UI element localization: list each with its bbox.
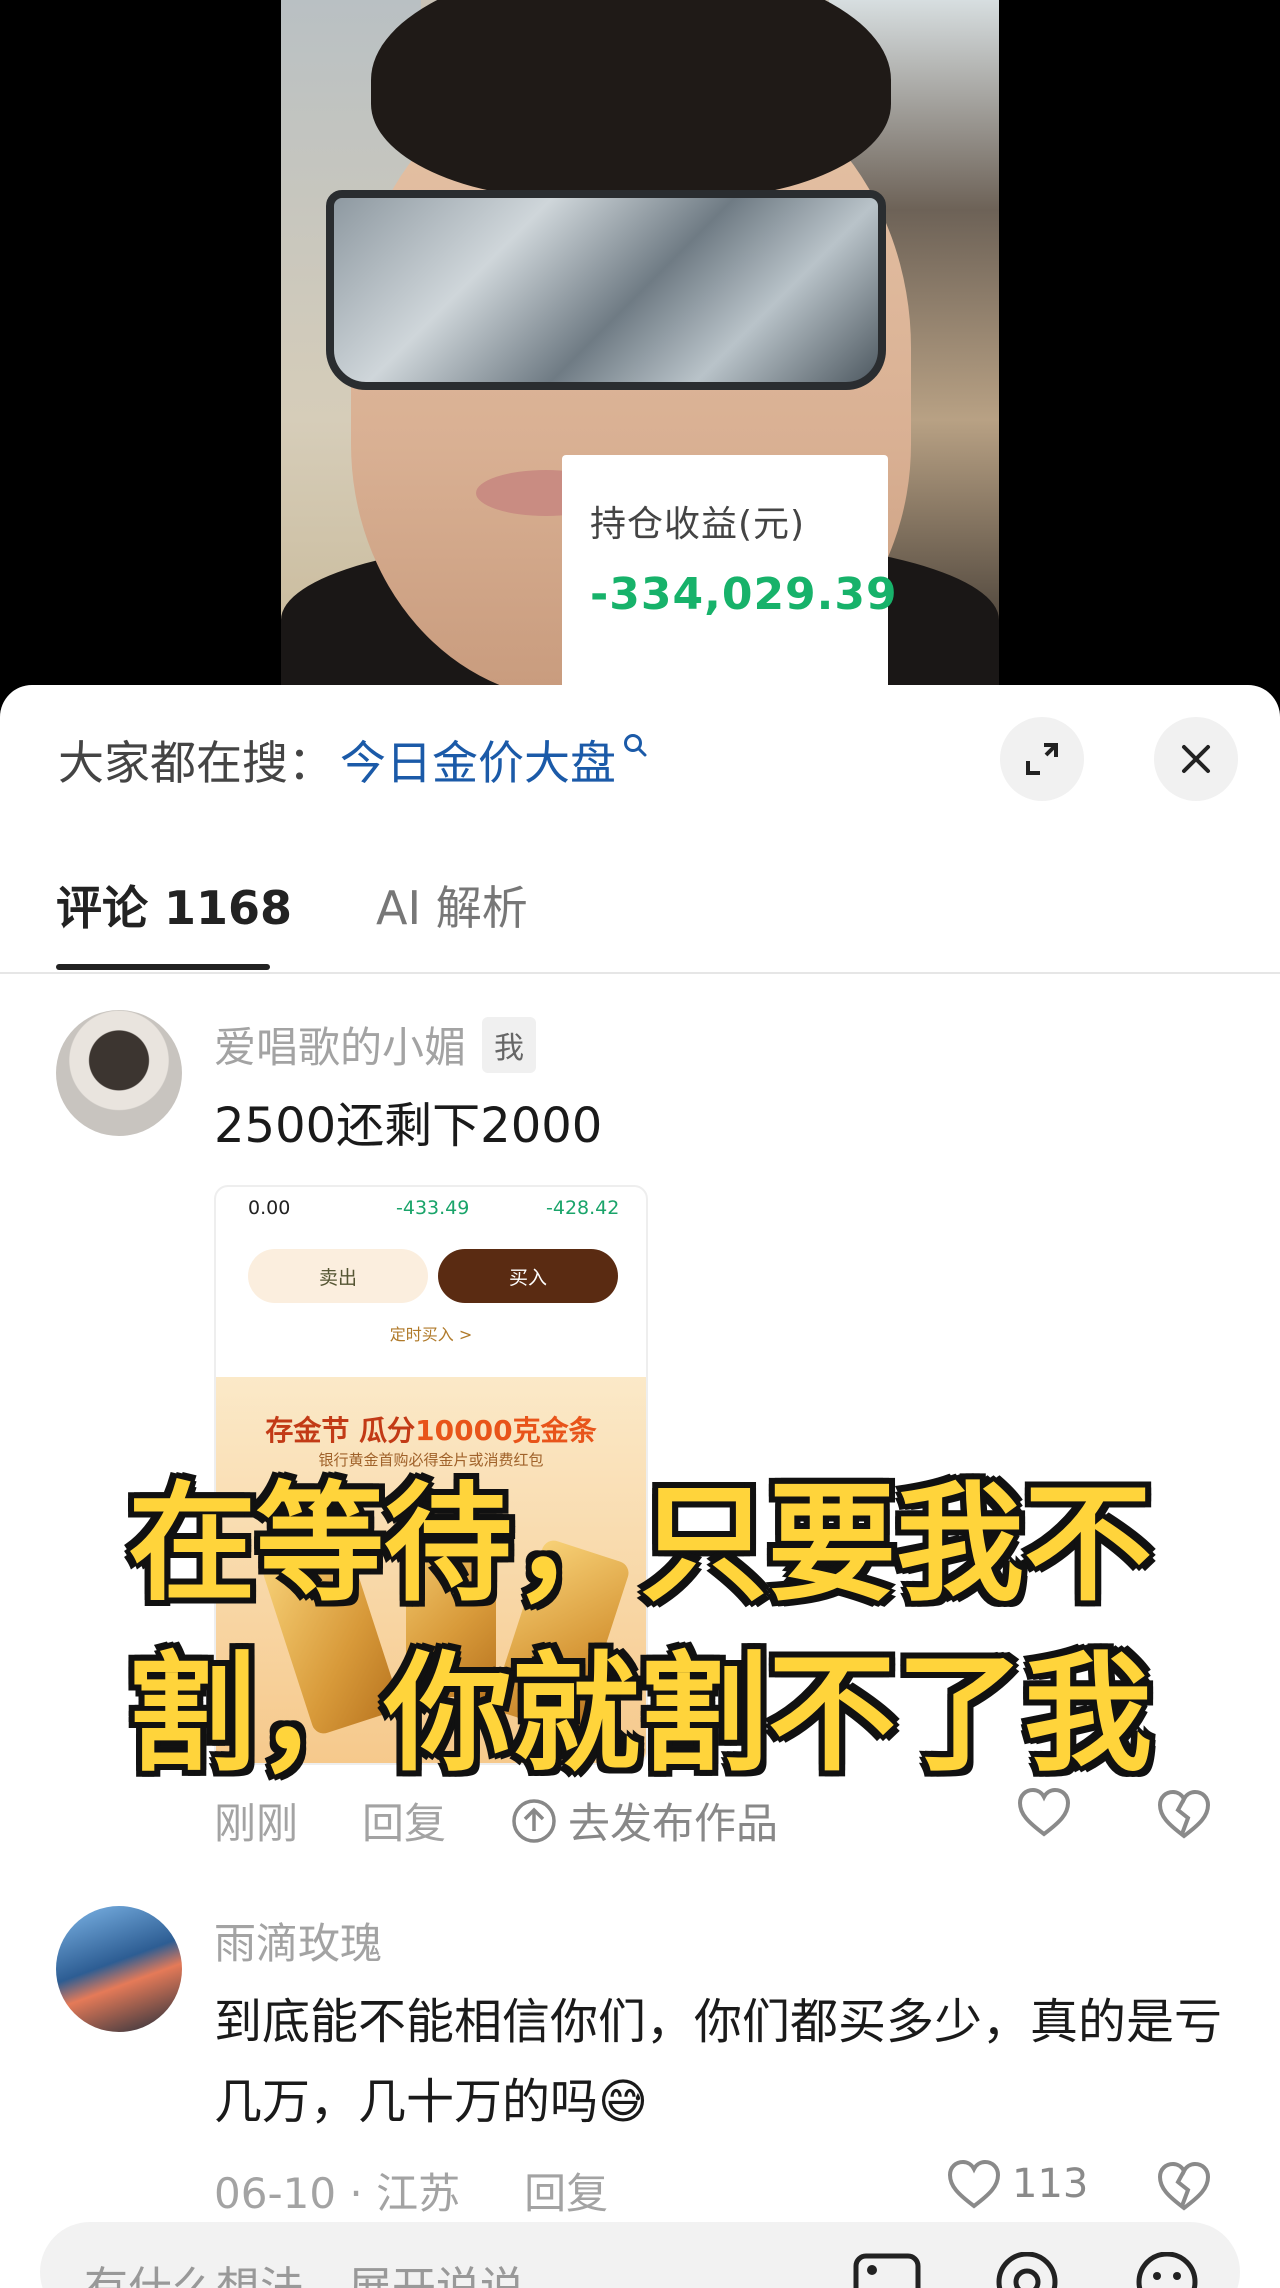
publish-work-label: 去发布作品 bbox=[568, 1799, 779, 1848]
dislike-icon[interactable] bbox=[1156, 1788, 1212, 1840]
profit-card: 持仓收益(元) -334,029.39 bbox=[562, 455, 898, 700]
avatar[interactable] bbox=[56, 1010, 182, 1136]
active-tab-indicator bbox=[56, 964, 270, 970]
expand-icon bbox=[1026, 743, 1058, 775]
comment-meta: 刚刚 回复 去发布作品 bbox=[214, 1790, 842, 1851]
tabs-divider bbox=[0, 972, 1280, 974]
search-icon bbox=[624, 734, 647, 757]
close-button[interactable] bbox=[1154, 717, 1238, 801]
comment-time: 06-10 · 江苏 bbox=[214, 2169, 461, 2218]
tab-ai-analysis[interactable]: AI 解析 bbox=[376, 872, 528, 938]
attachment-buy-button: 买入 bbox=[438, 1249, 618, 1303]
profit-label: 持仓收益(元) bbox=[590, 504, 806, 545]
comment-author[interactable]: 爱唱歌的小媚 我 bbox=[214, 1014, 537, 1075]
attachment-value: 0.00 bbox=[248, 1197, 291, 1219]
reply-button[interactable]: 回复 bbox=[524, 2160, 608, 2221]
comment-tabs: 评论 1168 AI 解析 bbox=[56, 865, 612, 945]
attachment-value: -433.49 bbox=[396, 1197, 470, 1219]
reply-button[interactable]: 回复 bbox=[362, 1790, 446, 1851]
profit-value: -334,029.39 bbox=[590, 569, 898, 620]
trending-search-prefix: 大家都在搜： bbox=[58, 736, 334, 790]
emoji-icon[interactable] bbox=[1132, 2252, 1202, 2288]
dislike-icon[interactable] bbox=[1156, 2160, 1212, 2212]
trending-search-link[interactable]: 今日金价大盘 bbox=[340, 727, 616, 793]
comment-input-placeholder: 有什么想法，展开说说 bbox=[84, 2252, 524, 2288]
comment-author-name: 雨滴玫瑰 bbox=[214, 1919, 383, 1968]
upload-icon bbox=[512, 1798, 556, 1843]
close-icon bbox=[1182, 745, 1210, 773]
comment-author-name: 爱唱歌的小媚 bbox=[214, 1023, 467, 1072]
like-count: 113 bbox=[1012, 2161, 1089, 2207]
comment-author[interactable]: 雨滴玫瑰 bbox=[214, 1910, 382, 1971]
trending-search[interactable]: 大家都在搜： 今日金价大盘 bbox=[58, 725, 648, 795]
avatar[interactable] bbox=[56, 1906, 182, 2032]
comment-text: 到底能不能相信你们，你们都买多少，真的是亏几万，几十万的吗😅 bbox=[214, 1994, 1223, 2130]
expand-button[interactable] bbox=[1000, 717, 1084, 801]
video-player[interactable]: 持仓收益(元) -334,029.39 bbox=[0, 0, 1280, 700]
comment-text: 2500还剩下2000 bbox=[214, 1098, 603, 1154]
publish-work-button[interactable]: 去发布作品 bbox=[510, 1790, 842, 1851]
attachment-sell-button: 卖出 bbox=[248, 1249, 428, 1303]
tab-comments[interactable]: 评论 1168 bbox=[56, 872, 292, 938]
comment-meta: 06-10 · 江苏 回复 bbox=[214, 2160, 672, 2221]
attachment-timed-buy: 定时买入 > bbox=[389, 1325, 473, 1344]
attachment-value: -428.42 bbox=[546, 1197, 620, 1219]
comment-time: 刚刚 bbox=[214, 1799, 299, 1848]
sunglasses bbox=[326, 190, 886, 390]
image-icon[interactable] bbox=[852, 2252, 922, 2288]
like-icon bbox=[947, 2159, 1001, 2209]
video-subtitle-line-1: 在等待，只要我不 bbox=[127, 1470, 1152, 1619]
video-subtitle-line-2: 割，你就割不了我 bbox=[127, 1640, 1152, 1789]
person-hair bbox=[371, 0, 891, 200]
like-count-group[interactable]: 113 bbox=[946, 2158, 1088, 2210]
mention-icon[interactable] bbox=[992, 2252, 1062, 2288]
me-badge: 我 bbox=[482, 1016, 537, 1073]
